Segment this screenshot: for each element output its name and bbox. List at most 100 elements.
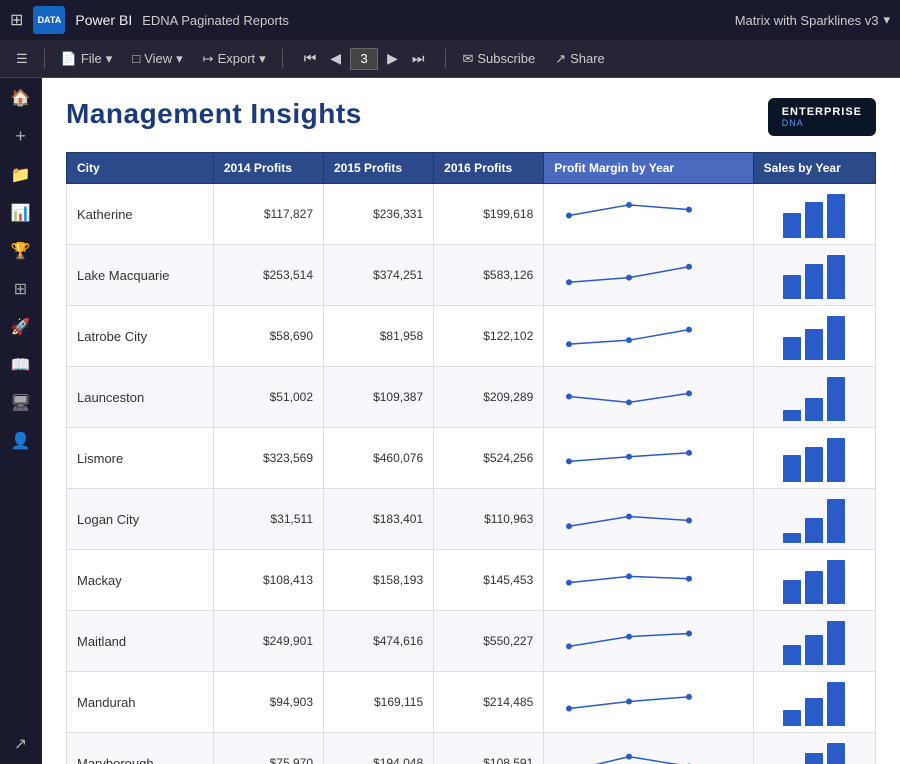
cell-sparkline (544, 367, 753, 428)
cell-profit-2015: $158,193 (324, 550, 434, 611)
table-row: Maitland$249,901$474,616$550,227 (67, 611, 876, 672)
cell-bars (753, 733, 875, 764)
cell-sparkline (544, 184, 753, 245)
sidebar-folder-icon[interactable]: 📁 (11, 165, 31, 185)
cell-sparkline (544, 306, 753, 367)
last-page-button[interactable]: ⏭ (407, 48, 430, 69)
export-button[interactable]: ↦ Export ▾ (195, 47, 274, 71)
cell-bars (753, 306, 875, 367)
cell-profit-2016: $524,256 (434, 428, 544, 489)
cell-profit-2015: $374,251 (324, 245, 434, 306)
cell-city: Maitland (67, 611, 214, 672)
sidebar-monitor-icon[interactable]: 🖥 (10, 393, 30, 413)
table-header-row: City 2014 Profits 2015 Profits 2016 Prof… (67, 153, 876, 184)
page-number[interactable]: 3 (350, 48, 378, 70)
cell-profit-2014: $94,903 (213, 672, 323, 733)
view-button[interactable]: □ View ▾ (124, 47, 190, 71)
cell-profit-2016: $209,289 (434, 367, 544, 428)
file-button[interactable]: 📄 File ▾ (53, 47, 121, 71)
dropdown-arrow-icon[interactable]: ▾ (883, 12, 890, 28)
cell-sparkline (544, 245, 753, 306)
table-row: Mandurah$94,903$169,115$214,485 (67, 672, 876, 733)
report-title: Management Insights (66, 98, 362, 130)
export-dropdown-icon: ▾ (259, 51, 266, 67)
next-page-button[interactable]: ▶ (382, 48, 403, 69)
first-page-button[interactable]: ⏮ (299, 48, 322, 69)
sidebar-add-icon[interactable]: + (15, 126, 26, 147)
cell-profit-2015: $169,115 (324, 672, 434, 733)
powerbi-label: Power BI (75, 12, 132, 28)
table-row: Logan City$31,511$183,401$110,963 (67, 489, 876, 550)
cell-sparkline (544, 489, 753, 550)
cell-profit-2015: $109,387 (324, 367, 434, 428)
sidebar-rocket-icon[interactable]: 🚀 (11, 317, 31, 337)
share-icon: ↗ (555, 51, 566, 67)
cell-bars (753, 672, 875, 733)
sidebar-grid-icon[interactable]: ⊞ (14, 279, 27, 299)
cell-bars (753, 550, 875, 611)
cell-profit-2014: $51,002 (213, 367, 323, 428)
cell-bars (753, 184, 875, 245)
logo-line1: ENTERPRISE (782, 106, 862, 118)
header-city: City (67, 153, 214, 184)
view-dropdown-icon: ▾ (176, 51, 183, 67)
data-table: City 2014 Profits 2015 Profits 2016 Prof… (66, 152, 876, 764)
share-button[interactable]: ↗ Share (547, 47, 613, 71)
cell-city: Mackay (67, 550, 214, 611)
sidebar-book-icon[interactable]: 📖 (11, 355, 31, 375)
cell-bars (753, 489, 875, 550)
cell-city: Logan City (67, 489, 214, 550)
cell-profit-2014: $323,569 (213, 428, 323, 489)
cell-sparkline (544, 428, 753, 489)
cell-profit-2015: $236,331 (324, 184, 434, 245)
cell-bars (753, 245, 875, 306)
cell-city: Launceston (67, 367, 214, 428)
sidebar-trophy-icon[interactable]: 🏆 (11, 241, 31, 261)
header-sales-by-year: Sales by Year (753, 153, 875, 184)
header-2016-profits: 2016 Profits (434, 153, 544, 184)
table-row: Maryborough$75,970$194,048$108,591 (67, 733, 876, 764)
cell-profit-2014: $31,511 (213, 489, 323, 550)
sidebar-home-icon[interactable]: 🏠 (11, 88, 31, 108)
left-sidebar: 🏠 + 📁 📊 🏆 ⊞ 🚀 📖 🖥 👤 ↗ (0, 78, 42, 764)
cell-city: Lismore (67, 428, 214, 489)
header-2014-profits: 2014 Profits (213, 153, 323, 184)
content-area: Management Insights ENTERPRISE DNA City … (42, 78, 900, 764)
separator-2 (282, 49, 283, 69)
cell-profit-2014: $75,970 (213, 733, 323, 764)
logo-line2: DNA (782, 118, 862, 128)
cell-profit-2014: $117,827 (213, 184, 323, 245)
top-right-info: Matrix with Sparklines v3 ▾ (735, 12, 890, 28)
cell-profit-2016: $214,485 (434, 672, 544, 733)
sidebar-expand-icon[interactable]: ↗ (14, 734, 27, 754)
separator-3 (445, 49, 446, 69)
file-icon: 📄 (61, 51, 77, 67)
export-icon: ↦ (203, 51, 214, 67)
cell-city: Lake Macquarie (67, 245, 214, 306)
cell-bars (753, 367, 875, 428)
report-header: Management Insights ENTERPRISE DNA (66, 98, 876, 136)
header-profit-margin: Profit Margin by Year (544, 153, 753, 184)
cell-city: Mandurah (67, 672, 214, 733)
prev-page-button[interactable]: ◀ (325, 48, 346, 69)
view-icon: □ (132, 51, 140, 66)
table-row: Latrobe City$58,690$81,958$122,102 (67, 306, 876, 367)
cell-bars (753, 611, 875, 672)
apps-icon[interactable]: ⊞ (10, 10, 23, 30)
table-row: Launceston$51,002$109,387$209,289 (67, 367, 876, 428)
cell-profit-2016: $110,963 (434, 489, 544, 550)
cell-profit-2015: $183,401 (324, 489, 434, 550)
cell-profit-2015: $194,048 (324, 733, 434, 764)
cell-profit-2015: $460,076 (324, 428, 434, 489)
sidebar-data-icon[interactable]: 📊 (11, 203, 31, 223)
report-subtitle: EDNA Paginated Reports (142, 13, 289, 28)
cell-profit-2016: $145,453 (434, 550, 544, 611)
hamburger-menu-button[interactable]: ☰ (8, 47, 36, 71)
matrix-version-label: Matrix with Sparklines v3 (735, 13, 879, 28)
cell-profit-2016: $550,227 (434, 611, 544, 672)
sidebar-user-icon[interactable]: 👤 (11, 431, 31, 451)
subscribe-button[interactable]: ✉ Subscribe (454, 47, 543, 71)
cell-profit-2014: $253,514 (213, 245, 323, 306)
cell-profit-2014: $58,690 (213, 306, 323, 367)
cell-profit-2016: $122,102 (434, 306, 544, 367)
